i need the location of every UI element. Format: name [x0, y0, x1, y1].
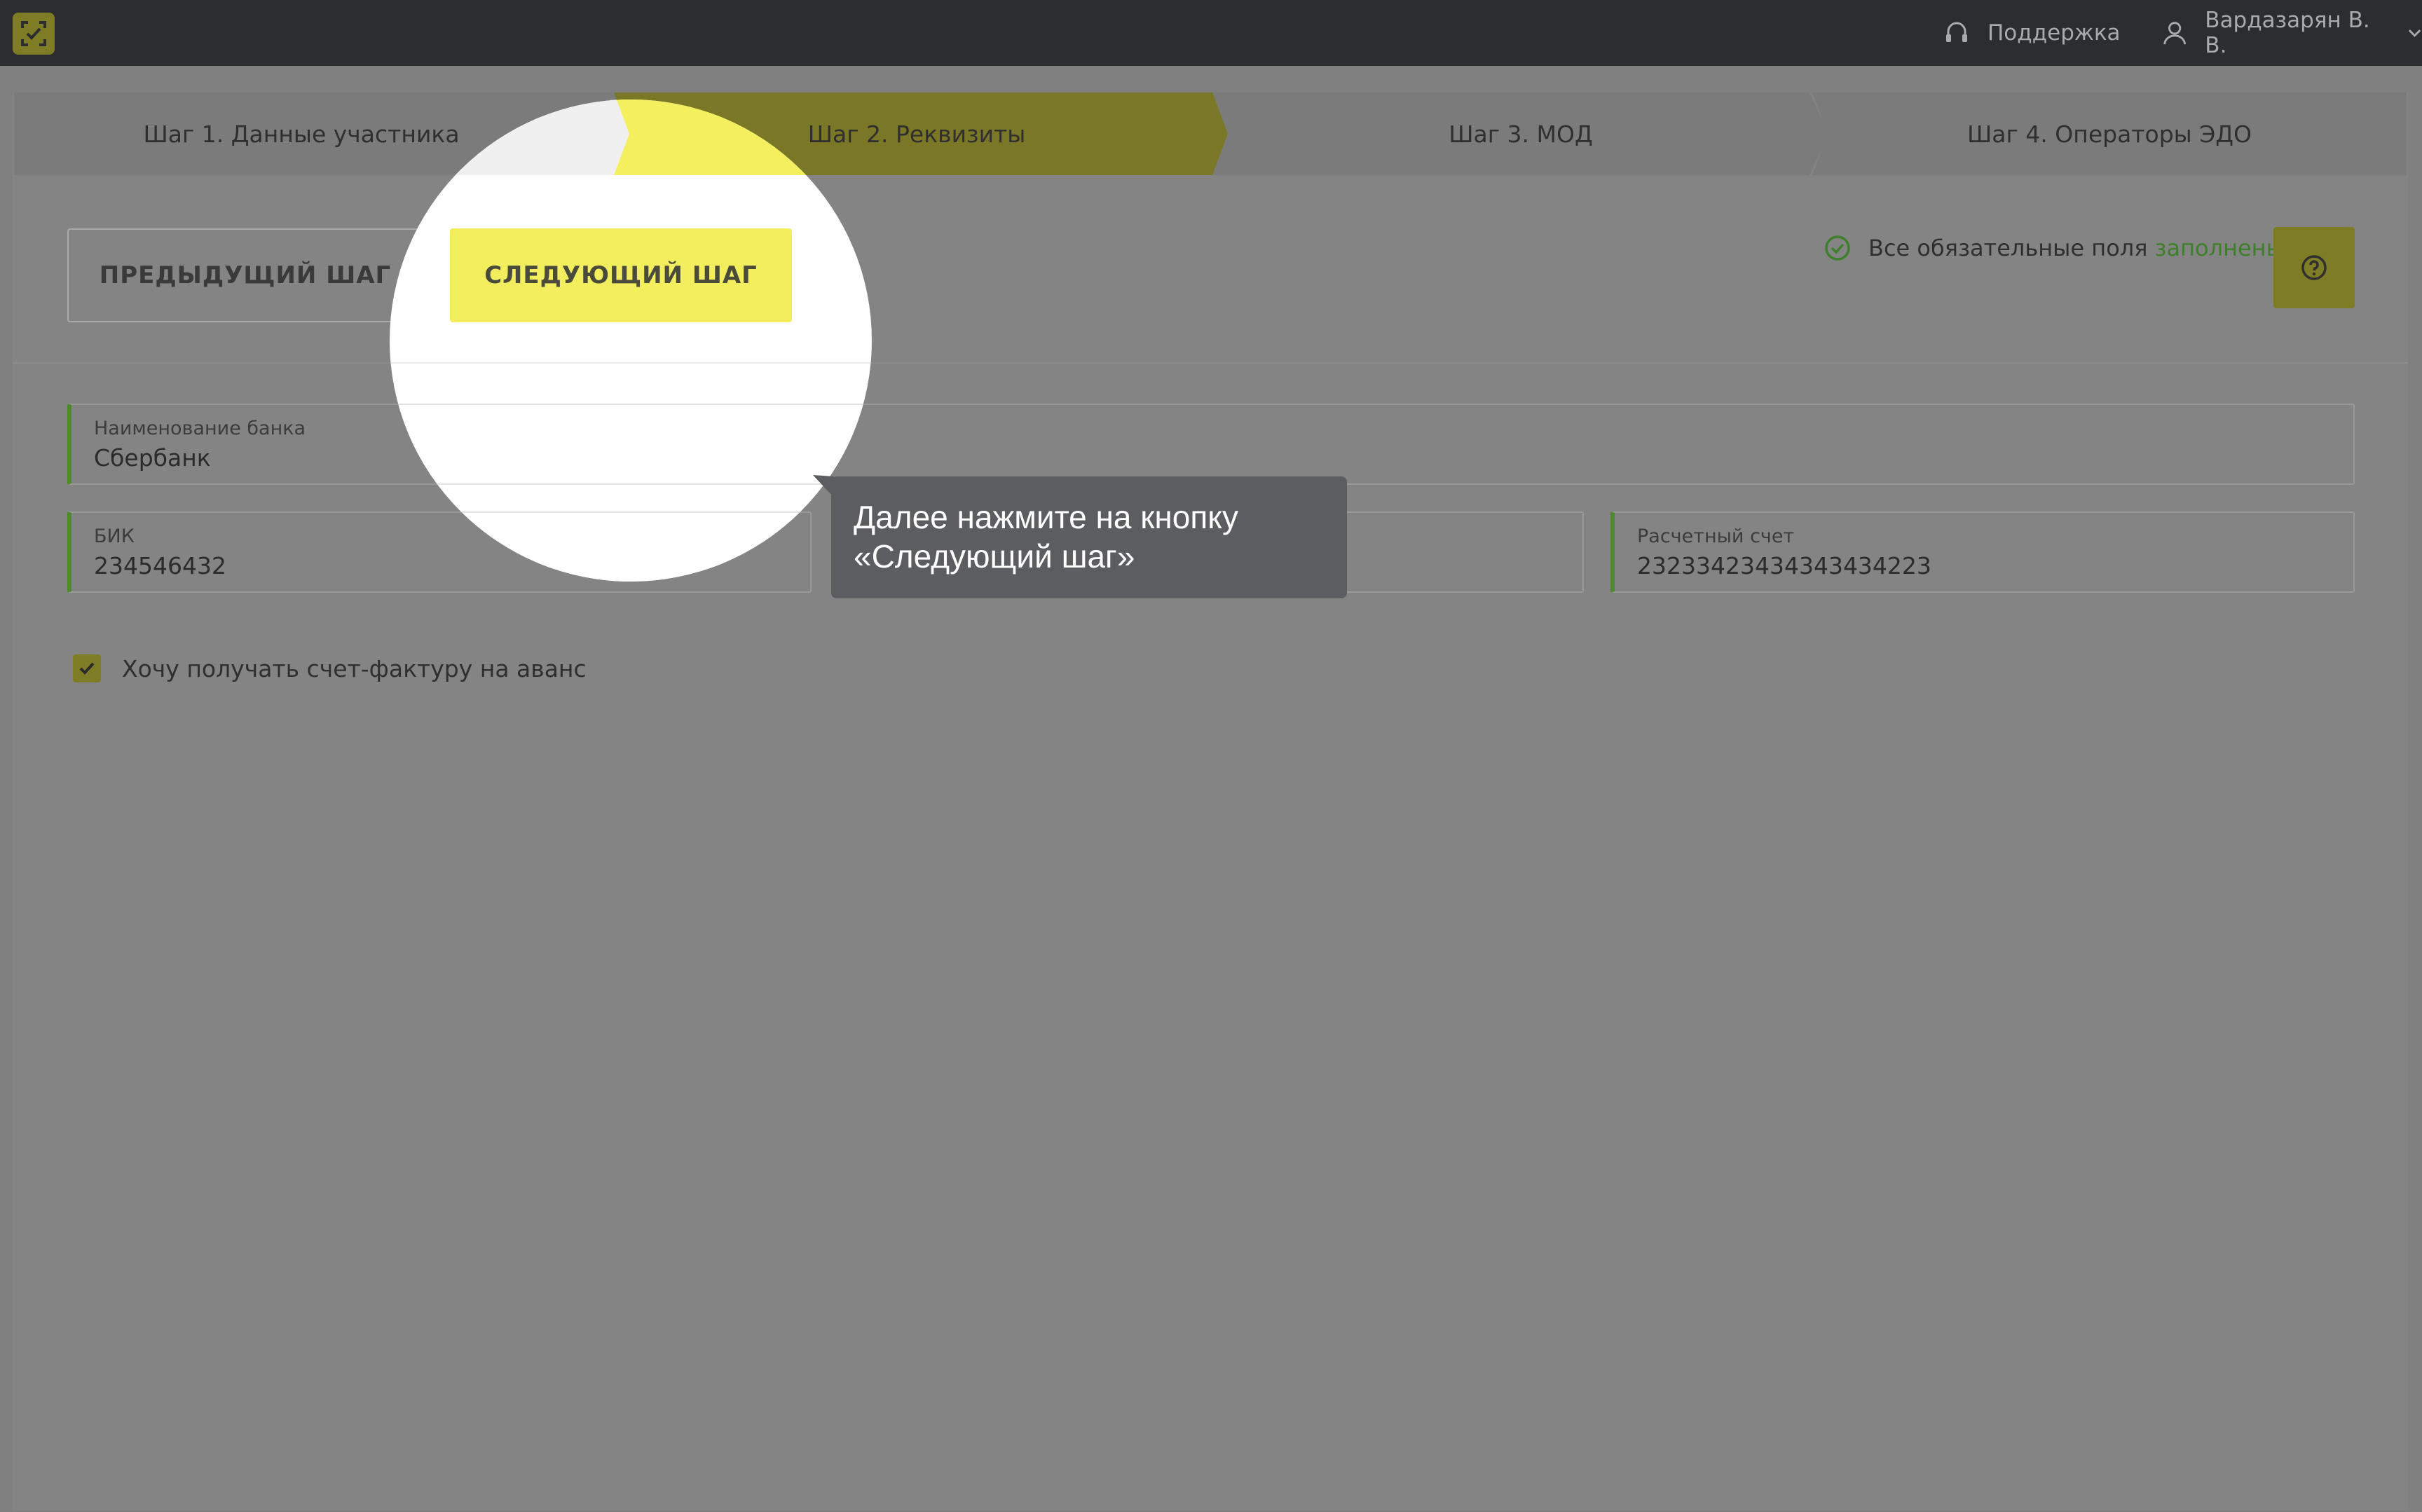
step-3-label: Шаг 3. МОД: [1449, 120, 1593, 148]
support-label: Поддержка: [1987, 20, 2121, 46]
account-value: 23233423434343434223: [1637, 552, 1931, 579]
bank-name-label: Наименование банка: [94, 418, 306, 439]
bik-label: БИК: [94, 525, 135, 547]
status-text: Все обязательные поля: [1868, 235, 2148, 261]
invoice-checkbox[interactable]: [73, 654, 101, 682]
step-3[interactable]: Шаг 3. МОД: [1212, 92, 1829, 175]
check-circle-icon: [1825, 235, 1850, 261]
checkmark-icon: [79, 662, 95, 675]
question-circle-icon: [2301, 255, 2327, 280]
invoice-checkbox-row[interactable]: Хочу получать счет-фактуру на аванс: [73, 652, 587, 685]
tooltip-line-2: «Следующий шаг»: [854, 538, 1135, 575]
headset-icon: [1946, 22, 1967, 42]
stepper: Шаг 1. Данные участника Шаг 2. Реквизиты…: [14, 92, 2407, 175]
next-step-button[interactable]: СЛЕДУЮЩИЙ ШАГ: [450, 228, 792, 322]
bik-value: 234546432: [94, 552, 226, 579]
user-icon: [2163, 22, 2186, 45]
invoice-checkbox-label: Хочу получать счет-фактуру на аванс: [122, 654, 587, 682]
user-name: Вардазарян В. В.: [2205, 8, 2370, 58]
top-bar: Поддержка Вардазарян В. В.: [0, 0, 2422, 66]
guide-tooltip: Далее нажмите на кнопку «Следующий шаг»: [831, 476, 1347, 598]
spotlight: СЛЕДУЮЩИЙ ШАГ: [390, 99, 872, 582]
status-ok-text: заполнены: [2154, 235, 2284, 261]
logo-icon[interactable]: [13, 13, 55, 55]
user-menu[interactable]: Вардазарян В. В.: [2161, 0, 2422, 66]
account-field[interactable]: Расчетный счет 23233423434343434223: [1610, 511, 2355, 593]
required-fields-status: Все обязательные поля заполнены: [1824, 233, 2284, 263]
bank-name-value: Сбербанк: [94, 444, 211, 472]
chevron-down-icon: [2408, 29, 2421, 37]
step-4-label: Шаг 4. Операторы ЭДО: [1966, 120, 2252, 148]
previous-step-button[interactable]: ПРЕДЫДУЩИЙ ШАГ: [67, 228, 423, 322]
step-4[interactable]: Шаг 4. Операторы ЭДО: [1812, 92, 2407, 175]
tooltip-line-1: Далее нажмите на кнопку: [854, 499, 1238, 535]
help-button[interactable]: [2273, 227, 2355, 308]
toolbar-divider: [13, 362, 2408, 364]
account-label: Расчетный счет: [1637, 525, 1795, 547]
support-link[interactable]: Поддержка: [1943, 0, 2121, 66]
